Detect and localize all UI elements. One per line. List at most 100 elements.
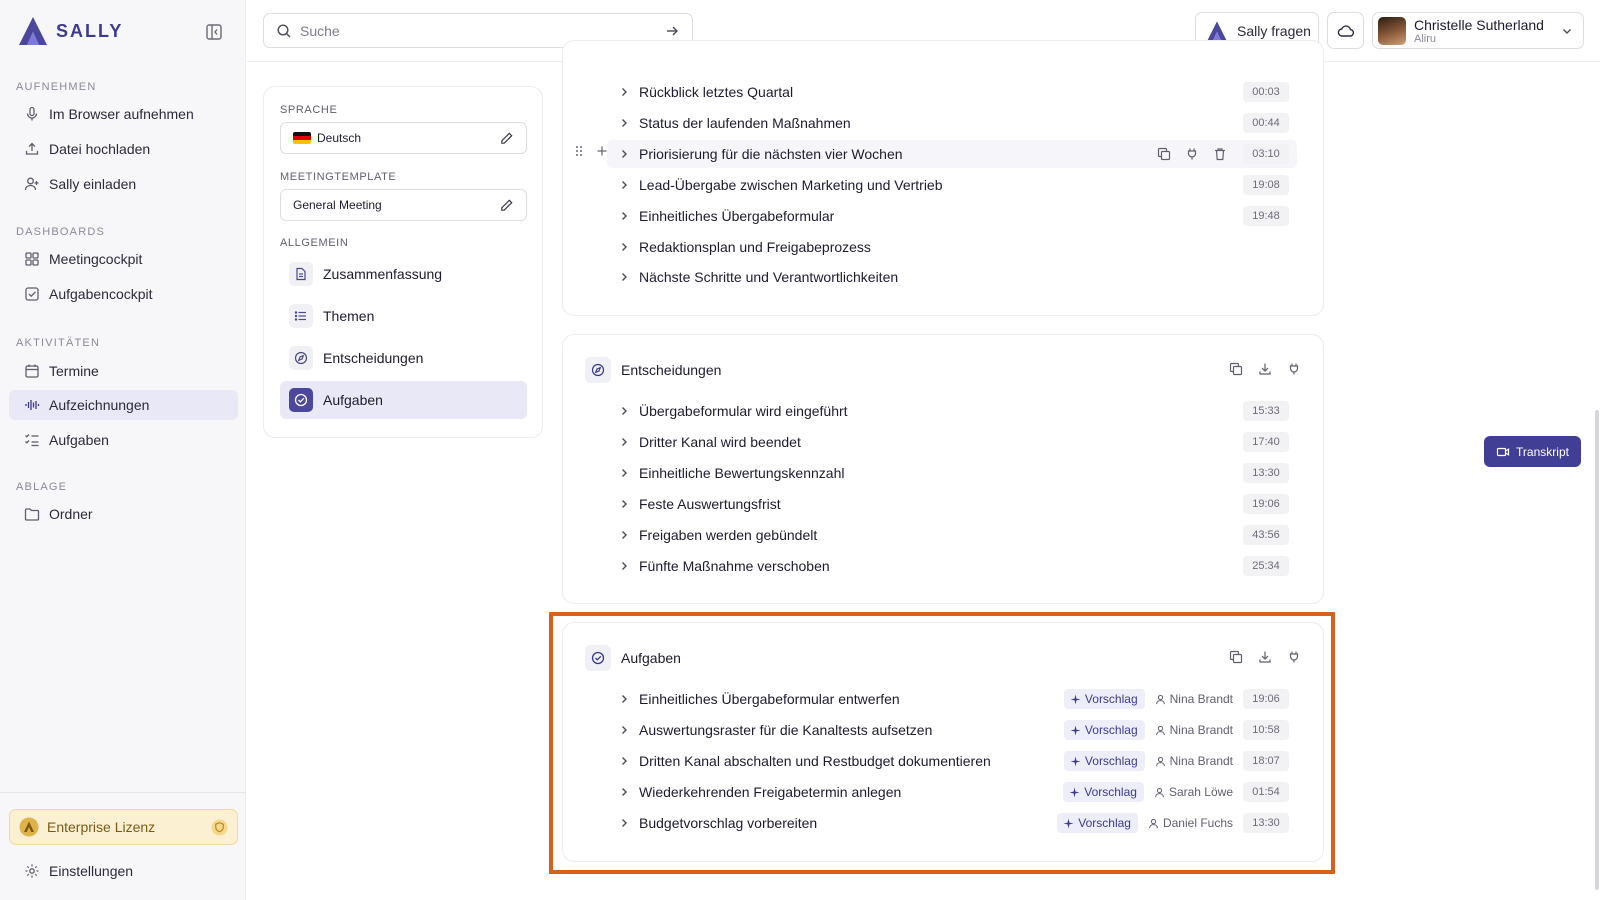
timestamp-badge[interactable]: 13:30 xyxy=(1243,463,1289,483)
suggestion-label: Vorschlag xyxy=(1078,816,1131,830)
transcript-button[interactable]: Transkript xyxy=(1484,436,1581,467)
nav-zusammenfassung[interactable]: Zusammenfassung xyxy=(280,255,527,293)
language-select[interactable]: Deutsch xyxy=(280,122,527,154)
arrow-right-icon[interactable] xyxy=(664,23,680,39)
sidebar-item-ordner[interactable]: Ordner xyxy=(9,499,238,529)
timestamp-badge[interactable]: 19:06 xyxy=(1243,494,1289,514)
collapse-sidebar-button[interactable] xyxy=(204,22,224,42)
search-input[interactable] xyxy=(300,22,656,39)
card-header: Entscheidungen xyxy=(585,357,721,383)
suggestion-badge[interactable]: Vorschlag xyxy=(1057,813,1138,833)
task-row[interactable]: Wiederkehrenden Freigabetermin anlegen V… xyxy=(607,778,1297,806)
timestamp-badge[interactable]: 00:03 xyxy=(1243,82,1289,102)
plug-icon[interactable] xyxy=(1287,650,1301,664)
nav-entscheidungen[interactable]: Entscheidungen xyxy=(280,339,527,377)
timestamp-badge[interactable]: 01:54 xyxy=(1243,782,1289,802)
pencil-icon[interactable] xyxy=(499,131,514,146)
sidebar-item-meetingcockpit[interactable]: Meetingcockpit xyxy=(9,244,238,274)
logo[interactable]: SALLY xyxy=(16,14,123,48)
timestamp-badge[interactable]: 25:34 xyxy=(1243,556,1289,576)
cloud-button[interactable] xyxy=(1327,12,1364,49)
sidebar-item-upload[interactable]: Datei hochladen xyxy=(9,134,238,164)
task-row[interactable]: Auswertungsraster für die Kanaltests auf… xyxy=(607,716,1297,744)
avatar xyxy=(1378,16,1406,45)
timestamp-badge[interactable]: 10:58 xyxy=(1243,720,1289,740)
sidebar-item-einstellungen[interactable]: Einstellungen xyxy=(9,856,238,886)
task-row[interactable]: Einheitliches Übergabeformular entwerfen… xyxy=(607,685,1297,713)
assignee[interactable]: Nina Brandt xyxy=(1155,723,1233,737)
check-circle-icon-box xyxy=(289,388,313,412)
timestamp-badge[interactable]: 03:10 xyxy=(1243,144,1289,164)
copy-icon[interactable] xyxy=(1229,650,1243,664)
decision-row[interactable]: Übergabeformular wird eingeführt 15:33 xyxy=(607,397,1297,425)
task-row[interactable]: Budgetvorschlag vorbereiten Vorschlag Da… xyxy=(607,809,1297,837)
waveform-icon xyxy=(25,400,40,410)
assignee[interactable]: Sarah Löwe xyxy=(1154,785,1233,799)
timestamp-badge[interactable]: 13:30 xyxy=(1243,813,1289,833)
compass-icon-box xyxy=(585,357,611,383)
sidebar-item-aufgabencockpit[interactable]: Aufgabencockpit xyxy=(9,279,238,309)
decision-row[interactable]: Freigaben werden gebündelt 43:56 xyxy=(607,521,1297,549)
calendar-icon xyxy=(25,364,39,378)
topic-row[interactable]: Lead-Übergabe zwischen Marketing und Ver… xyxy=(607,171,1297,199)
timestamp-badge[interactable]: 19:08 xyxy=(1243,175,1289,195)
topic-row[interactable]: Rückblick letztes Quartal 00:03 xyxy=(607,78,1297,106)
plus-icon[interactable] xyxy=(595,144,609,158)
timestamp-badge[interactable]: 19:48 xyxy=(1243,206,1289,226)
topic-row[interactable]: Priorisierung für die nächsten vier Woch… xyxy=(607,140,1297,168)
topic-row[interactable]: Redaktionsplan und Freigabeprozess xyxy=(607,233,1297,261)
suggestion-badge[interactable]: Vorschlag xyxy=(1063,782,1144,802)
copy-icon[interactable] xyxy=(1157,147,1171,161)
sparkle-icon xyxy=(1070,755,1081,767)
assignee[interactable]: Nina Brandt xyxy=(1155,754,1233,768)
decision-row[interactable]: Dritter Kanal wird beendet 17:40 xyxy=(607,428,1297,456)
plug-icon[interactable] xyxy=(1185,147,1199,161)
sidebar-item-label: Datei hochladen xyxy=(49,141,151,157)
copy-icon[interactable] xyxy=(1229,362,1243,376)
nav-aufgaben[interactable]: Aufgaben xyxy=(280,381,527,419)
timestamp-badge[interactable]: 17:40 xyxy=(1243,432,1289,452)
chevron-right-icon xyxy=(622,819,627,827)
download-icon[interactable] xyxy=(1258,650,1272,664)
pencil-icon[interactable] xyxy=(499,198,514,213)
user-menu[interactable]: Christelle Sutherland Aliru xyxy=(1372,12,1584,49)
task-row[interactable]: Dritten Kanal abschalten und Restbudget … xyxy=(607,747,1297,775)
decision-row[interactable]: Feste Auswertungsfrist 19:06 xyxy=(607,490,1297,518)
assignee[interactable]: Nina Brandt xyxy=(1155,692,1233,706)
timestamp-badge[interactable]: 19:06 xyxy=(1243,689,1289,709)
decision-title: Feste Auswertungsfrist xyxy=(639,496,781,512)
suggestion-badge[interactable]: Vorschlag xyxy=(1063,720,1145,740)
decision-row[interactable]: Fünfte Maßnahme verschoben 25:34 xyxy=(607,552,1297,580)
topic-row[interactable]: Einheitliches Übergabeformular 19:48 xyxy=(607,202,1297,230)
timestamp-badge[interactable]: 00:44 xyxy=(1243,113,1289,133)
topic-row[interactable]: Status der laufenden Maßnahmen 00:44 xyxy=(607,109,1297,137)
language-label: SPRACHE xyxy=(280,104,338,116)
suggestion-badge[interactable]: Vorschlag xyxy=(1063,689,1145,709)
suggestion-badge[interactable]: Vorschlag xyxy=(1063,751,1145,771)
sidebar-divider xyxy=(0,792,246,793)
sidebar-item-termine[interactable]: Termine xyxy=(9,356,238,386)
decision-title: Dritter Kanal wird beendet xyxy=(639,434,801,450)
assignee[interactable]: Daniel Fuchs xyxy=(1148,816,1233,830)
timestamp-badge[interactable]: 15:33 xyxy=(1243,401,1289,421)
sidebar-item-aufgaben[interactable]: Aufgaben xyxy=(9,425,238,455)
card-title: Aufgaben xyxy=(621,650,681,666)
sidebar-item-browser-record[interactable]: Im Browser aufnehmen xyxy=(9,99,238,129)
assignee-name: Daniel Fuchs xyxy=(1162,816,1233,830)
enterprise-license-button[interactable]: Enterprise Lizenz xyxy=(9,809,238,845)
scrollbar[interactable] xyxy=(1595,410,1599,890)
timestamp-badge[interactable]: 18:07 xyxy=(1243,751,1289,771)
template-select[interactable]: General Meeting xyxy=(280,189,527,221)
topic-row[interactable]: Nächste Schritte und Verantwortlichkeite… xyxy=(607,263,1297,291)
sidebar-item-invite-sally[interactable]: Sally einladen xyxy=(9,169,238,199)
plug-icon[interactable] xyxy=(1287,362,1301,376)
chevron-right-icon xyxy=(622,273,627,281)
nav-themen[interactable]: Themen xyxy=(280,297,527,335)
drag-handle-icon[interactable] xyxy=(572,144,586,158)
trash-icon[interactable] xyxy=(1213,147,1227,161)
timestamp-badge[interactable]: 43:56 xyxy=(1243,525,1289,545)
sally-logo-icon xyxy=(19,17,47,45)
sidebar-item-aufzeichnungen[interactable]: Aufzeichnungen xyxy=(9,390,238,420)
decision-row[interactable]: Einheitliche Bewertungskennzahl 13:30 xyxy=(607,459,1297,487)
download-icon[interactable] xyxy=(1258,362,1272,376)
